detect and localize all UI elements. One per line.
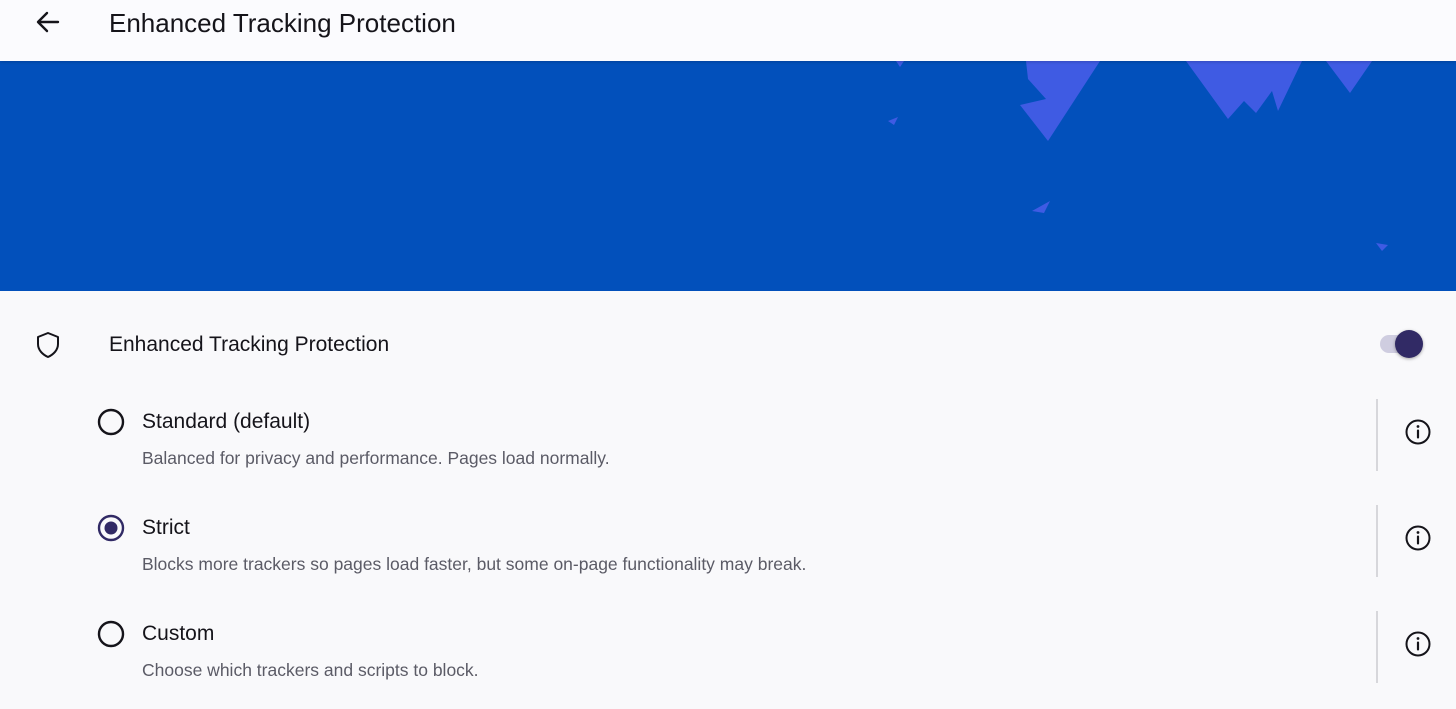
- info-icon: [1404, 630, 1432, 663]
- toggle-thumb: [1395, 330, 1423, 358]
- option-description: Blocks more trackers so pages load faste…: [142, 554, 807, 574]
- option-title: Custom: [142, 622, 215, 645]
- app-bar: Enhanced Tracking Protection: [0, 0, 1456, 61]
- radio-standard[interactable]: [96, 407, 126, 437]
- page-title: Enhanced Tracking Protection: [109, 8, 456, 38]
- option-custom[interactable]: Custom Choose which trackers and scripts…: [0, 609, 1456, 709]
- option-description: Balanced for privacy and performance. Pa…: [142, 448, 610, 468]
- divider: [1376, 399, 1378, 471]
- option-description: Choose which trackers and scripts to blo…: [142, 660, 479, 680]
- radio-custom[interactable]: [96, 619, 126, 649]
- banner-illustration: [0, 61, 1456, 291]
- etp-toggle-row[interactable]: Enhanced Tracking Protection: [0, 311, 1456, 379]
- divider: [1376, 505, 1378, 577]
- info-button-standard[interactable]: [1398, 414, 1438, 454]
- info-button-custom[interactable]: [1398, 626, 1438, 666]
- etp-toggle-switch[interactable]: [1378, 328, 1426, 360]
- option-standard[interactable]: Standard (default) Balanced for privacy …: [0, 397, 1456, 497]
- info-button-strict[interactable]: [1398, 520, 1438, 560]
- shield-icon: [33, 330, 63, 360]
- tracking-protection-banner: [0, 61, 1456, 291]
- radio-strict[interactable]: [96, 513, 126, 543]
- info-icon: [1404, 524, 1432, 557]
- back-button[interactable]: [24, 0, 72, 48]
- etp-label: Enhanced Tracking Protection: [109, 333, 390, 356]
- option-title: Strict: [142, 516, 190, 539]
- option-strict[interactable]: Strict Blocks more trackers so pages loa…: [0, 503, 1456, 603]
- divider: [1376, 611, 1378, 683]
- arrow-left-icon: [34, 8, 62, 41]
- info-icon: [1404, 418, 1432, 451]
- option-title: Standard (default): [142, 410, 311, 433]
